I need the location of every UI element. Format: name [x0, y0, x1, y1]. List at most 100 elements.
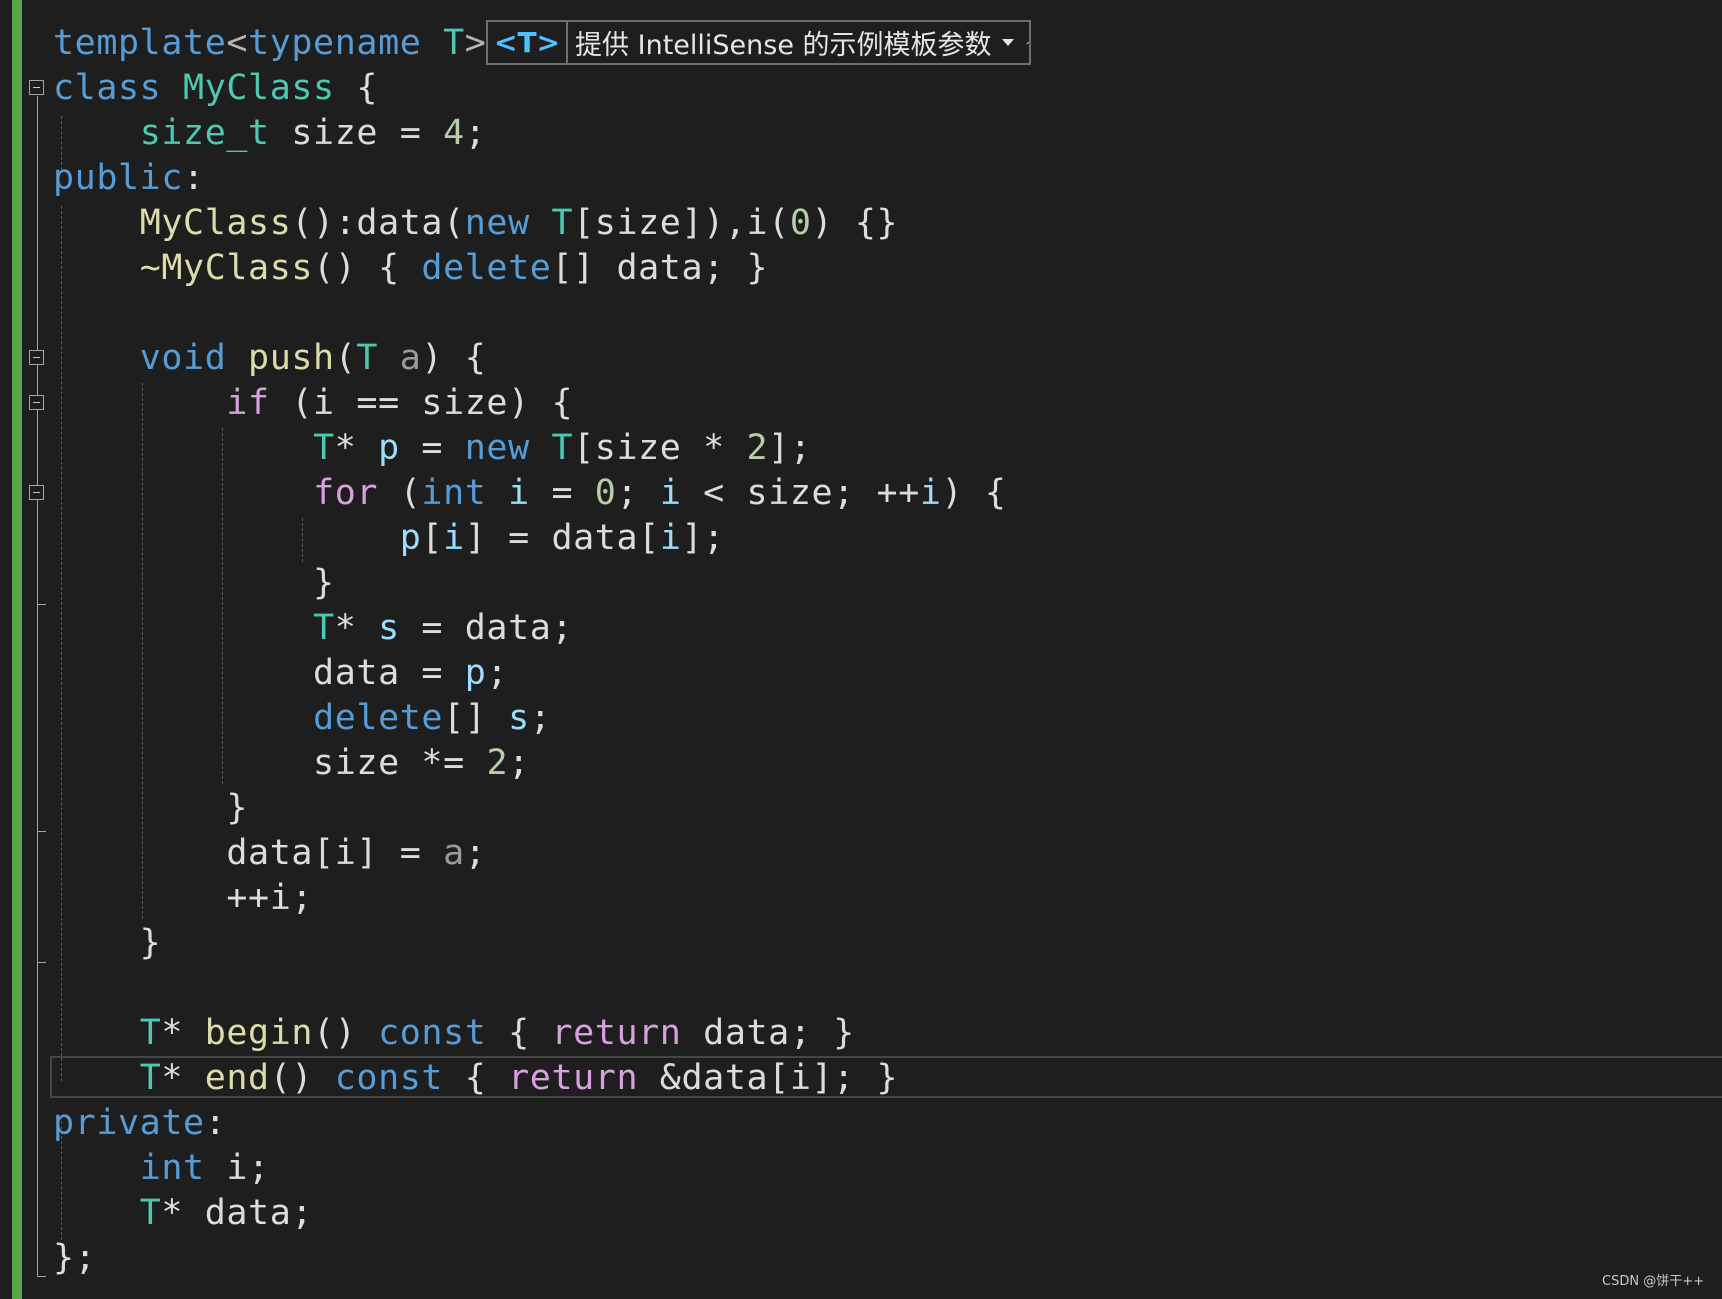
code-token: < [226, 23, 249, 63]
template-param-tag[interactable]: <T> [488, 22, 569, 63]
code-token: ] = data[ [464, 518, 660, 558]
code-token: * [161, 1058, 205, 1098]
code-token: [size]), [573, 203, 747, 243]
code-token: ]; [768, 428, 812, 468]
code-token: new [464, 428, 530, 468]
code-token: { [486, 1013, 552, 1053]
code-line[interactable]: data = p; [53, 651, 508, 695]
code-token: : [183, 158, 205, 198]
code-line[interactable]: private: [53, 1101, 226, 1145]
code-line[interactable]: T* end() const { return &data[i]; } [53, 1056, 898, 1100]
code-token: return [508, 1058, 639, 1098]
code-token: delete [421, 248, 552, 288]
code-token: typename [248, 23, 422, 63]
code-line[interactable]: } [53, 921, 161, 965]
code-token: T [313, 428, 335, 468]
code-token: new [464, 203, 530, 243]
code-line[interactable]: if (i == size) { [53, 381, 573, 425]
code-token: T [139, 1058, 162, 1098]
code-line[interactable]: public: [53, 156, 205, 200]
code-line[interactable]: } [53, 786, 248, 830]
fold-button-class[interactable] [29, 80, 44, 95]
code-token: ++i; [53, 878, 314, 918]
code-line[interactable]: T* p = new T[size * 2]; [53, 426, 812, 470]
code-line[interactable]: int i; [53, 1146, 270, 1190]
code-line[interactable]: data[i] = a; [53, 831, 486, 875]
code-token: ( [334, 338, 357, 378]
code-token: p [378, 428, 400, 468]
code-line[interactable]: } [53, 561, 335, 605]
code-token: * [334, 608, 379, 648]
code-token: data[i] = [53, 833, 444, 873]
code-line[interactable]: ~MyClass() { delete[] data; } [53, 246, 768, 290]
code-token: T [356, 338, 379, 378]
code-token: * data; [161, 1193, 314, 1233]
code-line[interactable]: class MyClass { [53, 66, 378, 110]
code-token: (): [291, 203, 357, 243]
code-token: i [919, 473, 942, 513]
code-line[interactable]: for (int i = 0; i < size; ++i) { [53, 471, 1007, 515]
outline-end-for [37, 604, 46, 605]
code-token: T [551, 428, 574, 468]
code-token: p [399, 518, 422, 558]
intellisense-template-hint[interactable]: <T> 提供 IntelliSense 的示例模板参数 [486, 20, 1031, 65]
outline-end-push [37, 962, 46, 963]
code-line[interactable]: size_t size = 4; [53, 111, 486, 155]
fold-button-push[interactable] [29, 350, 44, 365]
code-line[interactable]: }; [53, 1236, 96, 1280]
code-line[interactable]: p[i] = data[i]; [53, 516, 725, 560]
code-token: T [313, 608, 335, 648]
code-token: ( [443, 203, 465, 243]
code-token: void [139, 338, 227, 378]
code-token: &data[i]; } [638, 1058, 899, 1098]
code-token: { [334, 68, 379, 108]
code-token: a [399, 338, 422, 378]
code-token: ) { [941, 473, 1007, 513]
code-line[interactable]: T* s = data; [53, 606, 573, 650]
code-token: 0 [789, 203, 812, 243]
code-line[interactable]: ++i; [53, 876, 313, 920]
code-token: size_t [139, 113, 270, 153]
pencil-icon[interactable] [1025, 31, 1029, 55]
code-token: class [53, 68, 162, 108]
code-token: [] [443, 698, 509, 738]
code-token: end [204, 1058, 270, 1098]
code-token: > [464, 23, 487, 63]
outline-end-if [37, 831, 46, 832]
outline-line-push [37, 366, 38, 962]
code-token: ]; [681, 518, 725, 558]
code-token: for [313, 473, 379, 513]
code-token: begin [204, 1013, 314, 1053]
code-line[interactable]: T* data; [53, 1191, 313, 1235]
code-token: } [53, 788, 249, 828]
code-line[interactable]: MyClass():data(new T[size]),i(0) {} [53, 201, 898, 245]
code-token: T [139, 1193, 162, 1233]
watermark: CSDN @饼干++ [1602, 1274, 1704, 1289]
code-token: i; [204, 1148, 270, 1188]
fold-button-for[interactable] [29, 485, 44, 500]
code-token: 0 [594, 473, 617, 513]
code-line[interactable]: T* begin() const { return data; } [53, 1011, 855, 1055]
code-line[interactable]: template<typename T> [53, 21, 486, 65]
code-line[interactable]: size *= 2; [53, 741, 530, 785]
code-line[interactable]: void push(T a) { [53, 336, 486, 380]
code-token: (i == size) { [269, 383, 574, 423]
chevron-down-icon[interactable] [1001, 39, 1014, 46]
code-token: = [529, 473, 595, 513]
code-token: }; [53, 1238, 97, 1278]
code-token: data [356, 203, 444, 243]
code-line[interactable]: delete[] s; [53, 696, 551, 740]
code-token: } [53, 923, 162, 963]
code-token: i [508, 473, 530, 513]
code-editor[interactable]: template<typename T> class MyClass { siz… [0, 0, 1722, 1299]
fold-button-if[interactable] [29, 395, 44, 410]
